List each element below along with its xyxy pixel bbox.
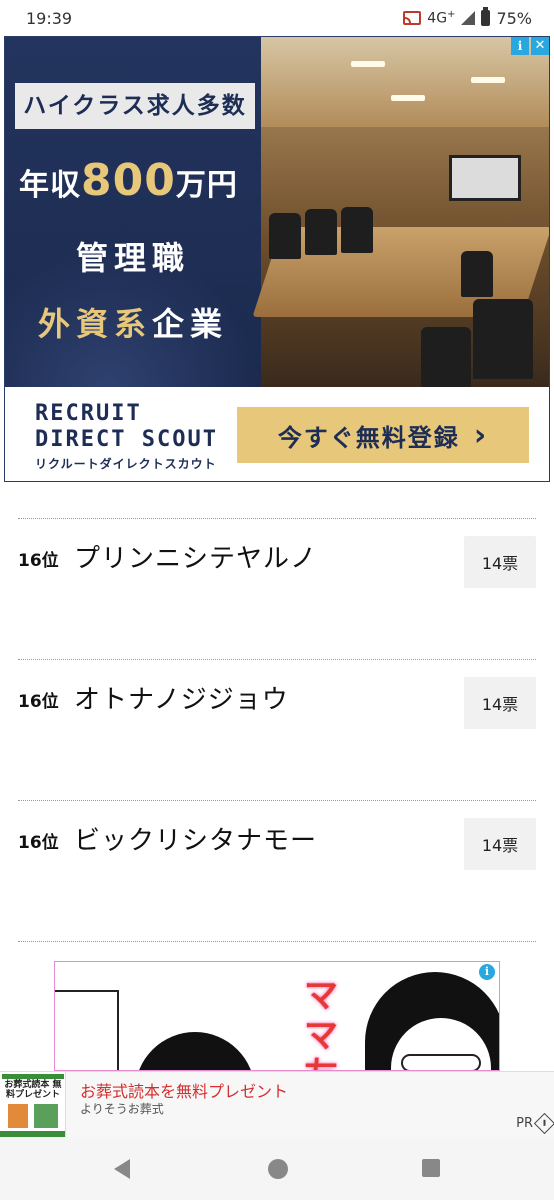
chevron-right-icon: › [473,417,489,453]
cast-icon [403,11,422,25]
ad-hero-image: ハイクラス求人多数 年収800万円 管理職 外資系企業 i ✕ [5,37,549,387]
status-bar: 19:39 4G+ 75% [0,0,554,36]
book-icon [34,1104,58,1128]
banner-thumbnail: お葬式読本 無料プレゼント [0,1072,66,1138]
banner-sponsor: よりそうお葬式 [80,1102,164,1116]
register-now-button[interactable]: 今すぐ無料登録 › [237,407,529,463]
recruit-logo: RECRUIT DIRECT SCOUT リクルートダイレクトスカウト [35,401,218,471]
vote-count-badge: 14票 [464,677,536,729]
tv-screen [449,155,521,201]
home-icon[interactable] [268,1159,288,1179]
network-type: 4G+ [427,9,456,27]
ranking-row[interactable]: 16位 ビックリシタナモー 14票 [0,800,554,940]
rank-position: 16位 [18,833,59,853]
status-icons: 4G+ 75% [403,7,532,28]
vote-count-badge: 14票 [464,818,536,870]
vote-count-badge: 14票 [464,536,536,588]
divider [18,941,536,942]
ad-info-icon[interactable]: i [511,37,529,55]
ad-foreign-company: 外資系企業 [37,305,229,343]
pr-label[interactable]: PR [516,1112,554,1135]
adchoices-icon [533,1112,554,1135]
book-icon [8,1104,28,1128]
ad-salary: 年収800万円 [19,155,238,206]
ad-close-icon[interactable]: ✕ [531,37,549,55]
register-now-label: 今すぐ無料登録 [277,423,460,452]
rank-name: プリンニシテヤルノ [74,544,318,574]
conference-room-photo [252,37,549,387]
ranking-row[interactable]: 16位 オトナノジジョウ 14票 [0,659,554,799]
ad-management: 管理職 [75,239,190,277]
battery-icon [481,7,491,26]
rank-position: 16位 [18,551,59,571]
system-nav-bar [0,1137,554,1200]
ad-tag-highclass: ハイクラス求人多数 [15,83,255,129]
ranking-row[interactable]: 16位 プリンニシテヤルノ 14票 [0,518,554,658]
status-time: 19:39 [26,8,73,28]
back-icon[interactable] [114,1159,130,1179]
funeral-banner-ad[interactable]: お葬式読本 無料プレゼント お葬式読本を無料プレゼント よりそうお葬式 PR [0,1071,554,1138]
ad-footer: RECRUIT DIRECT SCOUT リクルートダイレクトスカウト 今すぐ無… [5,387,549,481]
rank-position: 16位 [18,692,59,712]
rank-name: ビックリシタナモー [74,826,318,856]
signal-icon [461,11,476,25]
rank-name: オトナノジジョウ [74,685,289,715]
manga-ad-title: ママ友 [304,976,338,1070]
recruit-ad-banner[interactable]: ハイクラス求人多数 年収800万円 管理職 外資系企業 i ✕ RECRUIT … [4,36,550,482]
glasses-icon [401,1054,481,1070]
recent-apps-icon[interactable] [422,1159,440,1177]
manga-character-left [135,1032,255,1070]
manga-ad[interactable]: ママ友 i [54,961,500,1071]
banner-title: お葬式読本を無料プレゼント [80,1082,289,1101]
battery-percent: 75% [496,8,532,28]
ad-info-icon[interactable]: i [479,964,495,980]
